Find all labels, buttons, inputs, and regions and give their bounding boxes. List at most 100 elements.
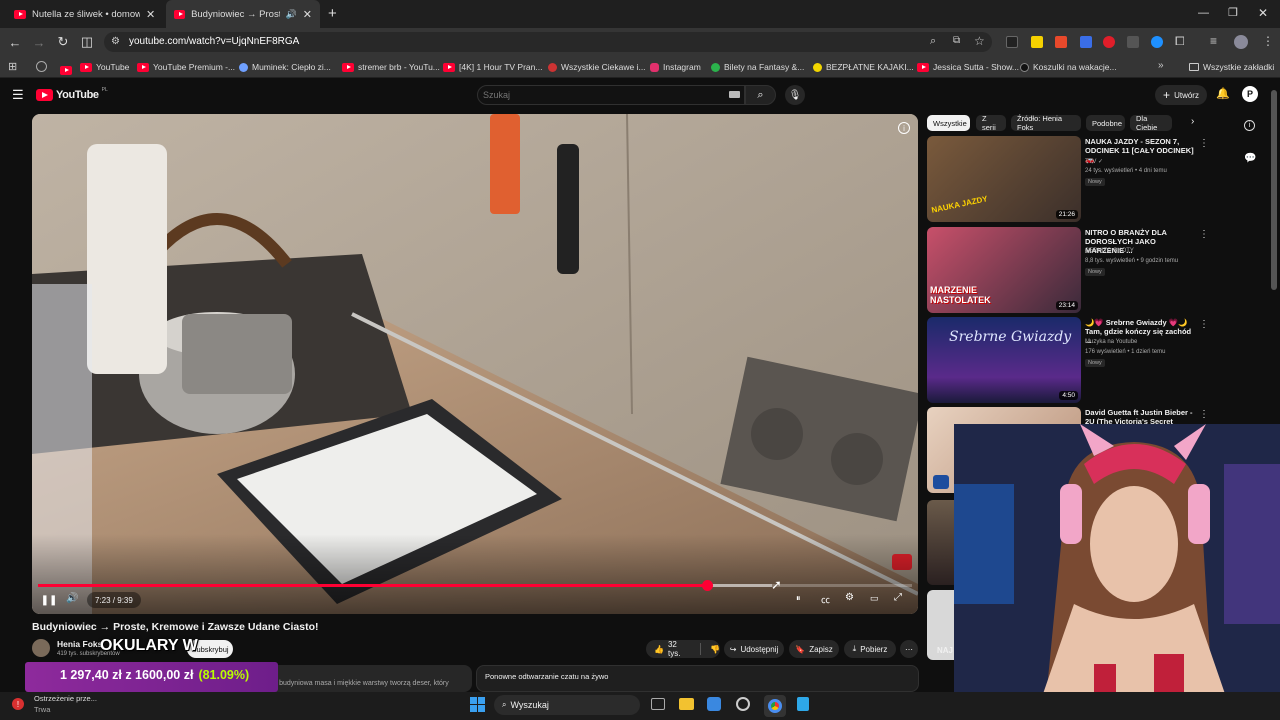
profile-avatar[interactable]	[1234, 35, 1248, 49]
bookmark-tv-prank[interactable]: [4K] 1 Hour TV Pran...	[443, 56, 542, 78]
all-bookmarks-folder[interactable]: Wszystkie zakładki	[1189, 56, 1274, 78]
rec-thumbnail[interactable]	[927, 500, 954, 585]
bookmark-bilety[interactable]: Bilety na Fantasy &...	[711, 56, 804, 78]
save-button[interactable]: 🔖 Zapisz	[789, 640, 839, 658]
zoom-icon[interactable]: ⌕	[930, 35, 936, 48]
chip-source[interactable]: Źródło: Henia Foks	[1011, 114, 1081, 132]
chip-similar[interactable]: Podobne	[1086, 115, 1125, 131]
more-vert-icon[interactable]: ⋮	[1199, 229, 1209, 240]
bookmark-star-icon[interactable]: ☆	[974, 34, 985, 48]
extension-icon[interactable]	[1151, 36, 1163, 48]
apps-grid-icon[interactable]: ⊞	[8, 60, 17, 73]
info-icon[interactable]: i	[898, 122, 910, 134]
app-icon[interactable]	[736, 697, 750, 711]
chip-all[interactable]: Wszystkie	[927, 115, 970, 131]
youtube-logo[interactable]: YouTube PL	[36, 87, 108, 101]
more-vert-icon[interactable]: ⋮	[1199, 409, 1209, 420]
channel-name[interactable]: Henia Foks	[57, 639, 102, 649]
rec-thumbnail[interactable]: Srebrne Gwiazdy 4:50	[927, 317, 1081, 403]
bookmark-youtube-premium[interactable]: YouTube Premium -...	[137, 56, 235, 78]
chevron-right-icon[interactable]: »	[1158, 60, 1164, 71]
chip-series[interactable]: Z serii	[976, 114, 1006, 132]
speaker-icon[interactable]: 🔊	[286, 9, 297, 20]
like-button[interactable]: 👍 32 tys.	[654, 640, 691, 658]
bookmark-ciekawe[interactable]: Wszystkie Ciekawe i...	[548, 56, 646, 78]
reload-button[interactable]: ↻	[51, 28, 75, 56]
tab-nutella[interactable]: Nutella ze śliwek • domowe po ✕	[6, 0, 164, 28]
task-view-icon[interactable]	[651, 698, 665, 710]
maximize-button[interactable]: ❐	[1228, 6, 1238, 19]
file-explorer-icon[interactable]	[679, 698, 694, 710]
minimize-button[interactable]: —	[1198, 7, 1209, 19]
rec-channel[interactable]: TTV ✓	[1085, 158, 1103, 165]
cast-icon[interactable]: ⧉	[953, 35, 960, 46]
rec-channel[interactable]: Muzyka na Youtube	[1085, 339, 1137, 345]
bookmark-stremer-brb[interactable]: stremer brb - YouTu...	[342, 56, 440, 78]
extension-icon[interactable]	[1031, 36, 1043, 48]
extensions-puzzle-icon[interactable]: ⧠	[1175, 34, 1185, 49]
youtube-bookmark-icon[interactable]	[60, 62, 72, 80]
bookmark-koszulki[interactable]: Koszulki na wakacje...	[1020, 56, 1117, 78]
rec-channel[interactable]: SERHITO SHOTY	[1085, 248, 1134, 254]
search-button[interactable]: ⌕	[745, 85, 776, 105]
hamburger-menu-icon[interactable]: ☰	[12, 87, 24, 103]
chip-for-you[interactable]: Dla Ciebie	[1130, 114, 1172, 132]
microsoft-store-icon[interactable]	[707, 697, 721, 711]
menu-kebab-icon[interactable]: ⋮	[1262, 34, 1274, 48]
settings-gear-icon[interactable]: ⚙	[845, 592, 854, 603]
bookmark-muminek[interactable]: Muminek: Ciepło zi...	[239, 56, 331, 78]
extension-icon[interactable]	[1103, 36, 1115, 48]
notifications-bell-icon[interactable]: 🔔	[1216, 87, 1230, 100]
pause-button[interactable]: ❚❚	[41, 592, 58, 608]
warning-title[interactable]: Ostrzeżenie prze...	[34, 694, 97, 703]
close-icon[interactable]: ✕	[303, 8, 312, 21]
bookmark-kajaki[interactable]: BEZPŁATNE KAJAKI...	[813, 56, 914, 78]
reading-list-icon[interactable]: ≡	[1210, 34, 1217, 48]
create-button[interactable]: + Utwórz	[1155, 85, 1207, 105]
keyboard-icon[interactable]	[729, 91, 740, 98]
chevron-right-icon[interactable]: ›	[1191, 116, 1194, 127]
voice-search-button[interactable]: 🎙	[785, 85, 805, 105]
chat-icon[interactable]: 💬	[1244, 153, 1256, 164]
chrome-taskbar-button[interactable]	[764, 695, 786, 717]
bookmark-jessica-sutta[interactable]: Jessica Sutta - Show...	[917, 56, 1019, 78]
rec-thumbnail[interactable]: MARZENIE NASTOLATEK 23:14	[927, 227, 1081, 313]
more-vert-icon[interactable]: ⋮	[1199, 319, 1209, 330]
video-player[interactable]: i ❚❚ 🔊 7:23 / 9:39 ⏸ ㏄ ⚙ ▭ ⤢	[32, 114, 918, 614]
windows-start-icon[interactable]	[470, 697, 485, 712]
progress-scrubber[interactable]	[701, 580, 713, 591]
more-vert-icon[interactable]: ⋮	[1199, 138, 1209, 149]
download-button[interactable]: ⤓ Pobierz	[844, 640, 896, 658]
live-chat-replay-panel[interactable]: Ponowne odtwarzanie czatu na żywo	[476, 665, 919, 692]
taskbar-search[interactable]: ⌕ Wyszukaj	[494, 695, 640, 715]
theater-mode-icon[interactable]: ▭	[870, 593, 879, 604]
scrollbar[interactable]	[1271, 90, 1277, 290]
sidebar-icon[interactable]: ◫	[75, 28, 99, 56]
autoplay-toggle[interactable]: ⏸	[796, 593, 801, 604]
volume-button[interactable]: 🔊	[66, 593, 78, 604]
info-icon[interactable]: i	[1244, 120, 1255, 131]
warning-icon[interactable]: !	[12, 698, 24, 710]
notepad-icon[interactable]	[797, 697, 809, 711]
globe-icon[interactable]	[36, 61, 47, 72]
share-button[interactable]: ↪ Udostępnij	[724, 640, 784, 658]
tab-budyniowiec[interactable]: Budyniowiec → Proste, Krem 🔊 ✕	[166, 0, 320, 28]
new-tab-button[interactable]: +	[328, 5, 337, 22]
extension-icon[interactable]	[1055, 36, 1067, 48]
url-text[interactable]: youtube.com/watch?v=UjqNnEF8RGA	[129, 36, 299, 47]
search-input[interactable]	[483, 87, 723, 102]
extension-icon[interactable]	[1006, 36, 1018, 48]
dislike-button[interactable]: 👎	[710, 645, 720, 654]
extension-icon[interactable]	[1080, 36, 1092, 48]
close-icon[interactable]: ✕	[146, 8, 155, 21]
channel-avatar[interactable]	[32, 639, 50, 657]
fullscreen-icon[interactable]: ⤢	[894, 592, 902, 603]
more-actions-button[interactable]: ⋯	[900, 640, 918, 658]
bookmark-youtube[interactable]: YouTube	[80, 56, 129, 78]
extension-icon[interactable]	[1127, 36, 1139, 48]
back-button[interactable]: ←	[3, 28, 27, 56]
site-info-icon[interactable]: ⚙	[111, 36, 120, 47]
subtitles-button[interactable]: ㏄	[821, 593, 830, 606]
bookmark-instagram[interactable]: Instagram	[650, 56, 701, 78]
forward-button[interactable]: →	[27, 28, 51, 56]
